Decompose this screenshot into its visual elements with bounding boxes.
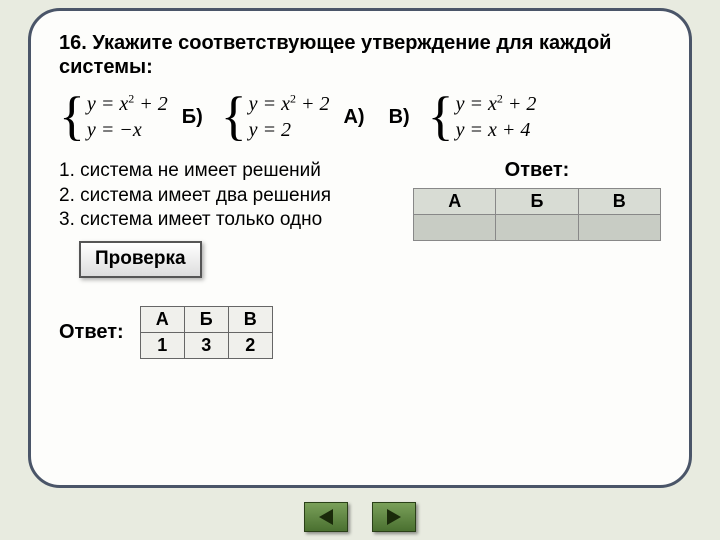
answer-cell-v[interactable] [578, 215, 660, 241]
system-2: { y = x2 + 2 y = 2 [221, 91, 330, 143]
brace-icon: { [428, 95, 454, 138]
mid-section: 1. система не имеет решений 2. система и… [59, 159, 661, 278]
sol-col-v: В [228, 306, 272, 332]
col-a: А [414, 189, 496, 215]
statements-list: 1. система не имеет решений 2. система и… [59, 159, 389, 278]
system-1-eq2: y = −x [87, 117, 168, 143]
answer-input-table: А Б В [413, 188, 661, 241]
slide-frame: 16. Укажите соответствующее утверждение … [28, 8, 692, 488]
system-3: { y = x2 + 2 y = x + 4 [428, 91, 537, 143]
sol-col-b: Б [184, 306, 228, 332]
statement-3: 3. система имеет только одно [59, 208, 389, 233]
solution-table: А Б В 1 3 2 [140, 306, 273, 359]
statement-2: 2. система имеет два решения [59, 184, 389, 209]
check-button[interactable]: Проверка [79, 241, 202, 278]
col-b: Б [496, 189, 578, 215]
system-3-eq1: y = x2 + 2 [456, 91, 537, 117]
system-2-eq2: y = 2 [249, 117, 330, 143]
sol-col-a: А [140, 306, 184, 332]
label-v: В) [389, 106, 410, 129]
brace-icon: { [221, 95, 247, 138]
statement-1: 1. система не имеет решений [59, 159, 389, 184]
nav-buttons [304, 502, 416, 532]
sol-val-v: 2 [228, 332, 272, 358]
label-a: А) [343, 106, 364, 129]
arrow-right-icon [387, 509, 401, 525]
brace-icon: { [59, 95, 85, 138]
col-v: В [578, 189, 660, 215]
answer-cell-a[interactable] [414, 215, 496, 241]
question-text: 16. Укажите соответствующее утверждение … [59, 31, 661, 79]
arrow-left-icon [319, 509, 333, 525]
answer-cell-b[interactable] [496, 215, 578, 241]
sol-val-a: 1 [140, 332, 184, 358]
system-3-eq2: y = x + 4 [456, 117, 537, 143]
answer-block: Ответ: А Б В [413, 159, 661, 278]
next-button[interactable] [372, 502, 416, 532]
system-1: { y = x2 + 2 y = −x [59, 91, 168, 143]
answer-title: Ответ: [413, 159, 661, 182]
solution-row: Ответ: А Б В 1 3 2 [59, 306, 661, 359]
system-1-eq1: y = x2 + 2 [87, 91, 168, 117]
systems-row: { y = x2 + 2 y = −x Б) { y = x2 + 2 y = … [59, 91, 661, 143]
system-2-eq1: y = x2 + 2 [249, 91, 330, 117]
solution-label: Ответ: [59, 321, 124, 344]
prev-button[interactable] [304, 502, 348, 532]
sol-val-b: 3 [184, 332, 228, 358]
label-b: Б) [182, 106, 203, 129]
